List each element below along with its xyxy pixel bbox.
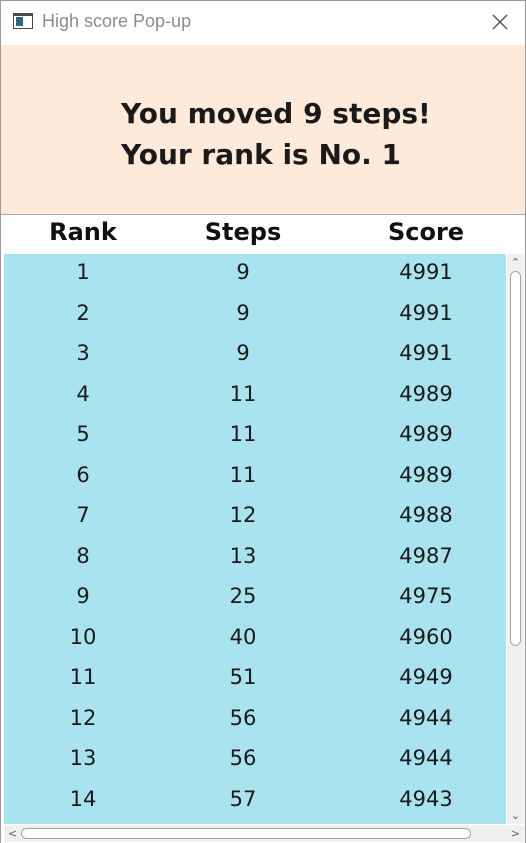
score-cell: 4991: [399, 260, 453, 284]
score-cell: 4991: [399, 300, 453, 325]
table-row: 5 11 4989: [4, 416, 506, 457]
score-cell: 4975: [399, 584, 453, 608]
rank-cell: 8: [76, 543, 90, 568]
score-cell: 4944: [399, 746, 453, 770]
steps-cell: 56: [229, 746, 257, 770]
high-score-window: High score Pop-up You moved 9 steps! You…: [0, 0, 526, 843]
rank-cell: 1: [76, 260, 90, 284]
table-row: 7 12 4988: [4, 497, 506, 538]
app-window-icon: [13, 13, 33, 29]
score-cell: 4987: [399, 543, 453, 568]
steps-column-header: Steps: [204, 218, 282, 246]
close-icon: [492, 14, 508, 30]
score-cell: 4989: [399, 462, 453, 487]
vertical-scroll-thumb[interactable]: [510, 271, 521, 646]
rank-cell: 13: [69, 746, 97, 770]
steps-cell: 11: [229, 422, 257, 446]
result-message: You moved 9 steps! Your rank is No. 1: [121, 93, 431, 175]
score-cell: 4949: [399, 665, 453, 689]
horizontal-scrollbar[interactable]: < >: [4, 825, 524, 842]
steps-cell: 40: [229, 624, 257, 649]
rank-cell: 10: [69, 624, 97, 649]
rank-cell: 11: [69, 665, 97, 689]
score-cell: 4989: [399, 422, 453, 446]
rank-column-header: Rank: [49, 218, 117, 246]
score-cell: 4989: [399, 381, 453, 406]
steps-cell: 56: [229, 705, 257, 730]
vertical-scrollbar[interactable]: ⌃ ⌄: [507, 254, 524, 824]
scroll-up-arrow-icon[interactable]: ⌃: [507, 254, 524, 271]
table-row: 8 13 4987: [4, 538, 506, 579]
steps-cell: 11: [229, 381, 257, 406]
window-title: High score Pop-up: [42, 11, 192, 31]
score-cell: 4991: [399, 341, 453, 365]
steps-cell: 11: [229, 462, 257, 487]
table-body[interactable]: 1 9 4991 2 9 4991 3 9 4991 4 11 4989 5 11 4989 6 11 4989 7…: [4, 254, 506, 824]
rank-cell: 6: [76, 462, 90, 487]
table-header: Rank Steps Score: [4, 215, 524, 254]
title-bar[interactable]: High score Pop-up: [1, 1, 525, 45]
table-row: 11 51 4949: [4, 659, 506, 700]
steps-cell: 9: [236, 260, 250, 284]
steps-cell: 9: [236, 300, 250, 325]
steps-cell: 57: [229, 786, 257, 811]
high-score-table: Rank Steps Score 1 9 4991 2 9 4991 3 9 4991 4 11 49…: [1, 214, 525, 843]
scroll-right-arrow-icon[interactable]: >: [507, 825, 524, 842]
rank-cell: 5: [76, 422, 90, 446]
close-button[interactable]: [485, 7, 515, 37]
rank-cell: 4: [76, 381, 90, 406]
rank-message: Your rank is No. 1: [121, 138, 401, 171]
rank-cell: 2: [76, 300, 90, 325]
table-row: 2 9 4991: [4, 295, 506, 336]
rank-cell: 14: [69, 786, 97, 811]
rank-cell: 12: [69, 705, 97, 730]
score-cell: 4960: [399, 624, 453, 649]
rank-cell: 9: [76, 584, 90, 608]
table-row: 13 56 4944: [4, 740, 506, 781]
steps-message: You moved 9 steps!: [121, 97, 431, 130]
steps-cell: 25: [229, 584, 257, 608]
table-row: 10 40 4960: [4, 619, 506, 660]
score-cell: 4943: [399, 786, 453, 811]
score-cell: 4988: [399, 503, 453, 527]
rank-cell: 7: [76, 503, 90, 527]
horizontal-scroll-thumb[interactable]: [21, 828, 471, 839]
result-message-panel: You moved 9 steps! Your rank is No. 1: [1, 45, 525, 214]
score-column-header: Score: [387, 218, 465, 246]
scroll-down-arrow-icon[interactable]: ⌄: [507, 807, 524, 824]
score-cell: 4944: [399, 705, 453, 730]
table-row: 4 11 4989: [4, 376, 506, 417]
steps-cell: 12: [229, 503, 257, 527]
steps-cell: 51: [229, 665, 257, 689]
steps-cell: 9: [236, 341, 250, 365]
scroll-left-arrow-icon[interactable]: <: [4, 825, 21, 842]
table-row: 14 57 4943: [4, 781, 506, 822]
rank-cell: 3: [76, 341, 90, 365]
table-row: 12 56 4944: [4, 700, 506, 741]
steps-cell: 13: [229, 543, 257, 568]
table-row: 9 25 4975: [4, 578, 506, 619]
table-row: 1 9 4991: [4, 254, 506, 295]
table-row: 3 9 4991: [4, 335, 506, 376]
table-row: 6 11 4989: [4, 457, 506, 498]
